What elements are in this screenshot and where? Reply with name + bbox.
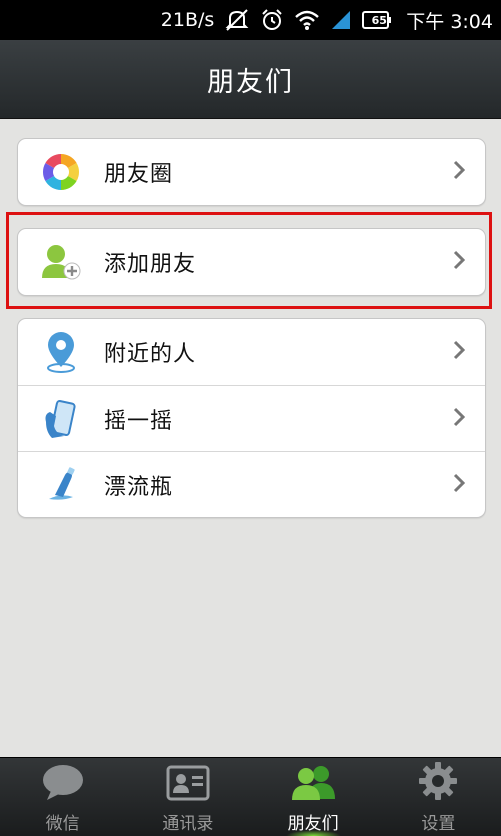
group-discover: 附近的人 摇一摇 漂流瓶 bbox=[17, 318, 486, 518]
group-moments: 朋友圈 bbox=[17, 138, 486, 206]
clock-time: 下午 3:04 bbox=[406, 10, 493, 33]
tab-label: 通讯录 bbox=[162, 814, 214, 834]
tab-friends[interactable]: 朋友们 bbox=[251, 758, 376, 836]
list-item-label: 朋友圈 bbox=[104, 162, 174, 187]
drift-bottle-icon bbox=[40, 464, 82, 506]
network-speed: 21B/s bbox=[160, 9, 215, 31]
chevron-right-icon bbox=[453, 407, 466, 431]
title-bar: 朋友们 bbox=[0, 40, 501, 119]
list-item-drift-bottle[interactable]: 漂流瓶 bbox=[18, 451, 485, 517]
highlight-box bbox=[6, 212, 492, 309]
tab-chats[interactable]: 微信 bbox=[0, 758, 125, 836]
chat-bubble-icon bbox=[41, 763, 85, 805]
signal-icon bbox=[330, 9, 352, 31]
bottom-tab-bar: 微信 通讯录 朋友们 设置 bbox=[0, 757, 501, 836]
page-title: 朋友们 bbox=[207, 66, 294, 98]
moments-icon bbox=[40, 151, 82, 193]
chevron-right-icon bbox=[453, 160, 466, 184]
tab-label: 朋友们 bbox=[287, 814, 339, 834]
mute-bell-icon bbox=[224, 8, 250, 32]
shake-phone-icon bbox=[40, 398, 82, 440]
tab-label: 设置 bbox=[421, 814, 456, 834]
list-item-nearby-people[interactable]: 附近的人 bbox=[18, 319, 485, 385]
status-bar: 21B/s 65 下午 3:04 bbox=[0, 0, 501, 40]
tab-contacts[interactable]: 通讯录 bbox=[125, 758, 250, 836]
list-item-label: 漂流瓶 bbox=[104, 474, 174, 500]
alarm-clock-icon bbox=[260, 8, 284, 32]
list-item-label: 附近的人 bbox=[104, 342, 197, 367]
friends-icon bbox=[289, 763, 337, 805]
location-pin-icon bbox=[40, 331, 82, 373]
wifi-icon bbox=[294, 9, 320, 31]
battery-level: 65 bbox=[371, 13, 387, 27]
chevron-right-icon bbox=[453, 473, 466, 497]
list-item-shake[interactable]: 摇一摇 bbox=[18, 385, 485, 451]
contacts-card-icon bbox=[166, 765, 210, 805]
chevron-right-icon bbox=[453, 340, 466, 364]
list-item-moments[interactable]: 朋友圈 bbox=[18, 139, 485, 205]
list-item-label: 摇一摇 bbox=[104, 408, 174, 434]
gear-icon bbox=[418, 761, 458, 805]
tab-label: 微信 bbox=[45, 814, 80, 834]
tab-settings[interactable]: 设置 bbox=[376, 758, 501, 836]
